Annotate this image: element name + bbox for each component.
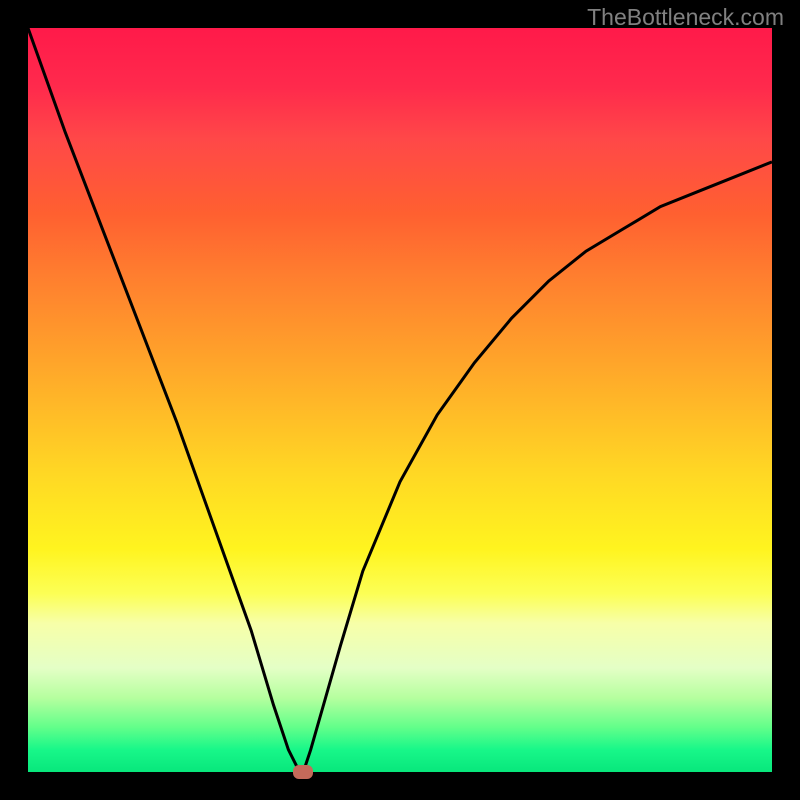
chart-frame: TheBottleneck.com bbox=[0, 0, 800, 800]
minimum-marker bbox=[293, 765, 313, 779]
plot-area bbox=[28, 28, 772, 772]
curve-svg bbox=[28, 28, 772, 772]
watermark-text: TheBottleneck.com bbox=[587, 4, 784, 31]
bottleneck-curve-path bbox=[28, 28, 772, 772]
